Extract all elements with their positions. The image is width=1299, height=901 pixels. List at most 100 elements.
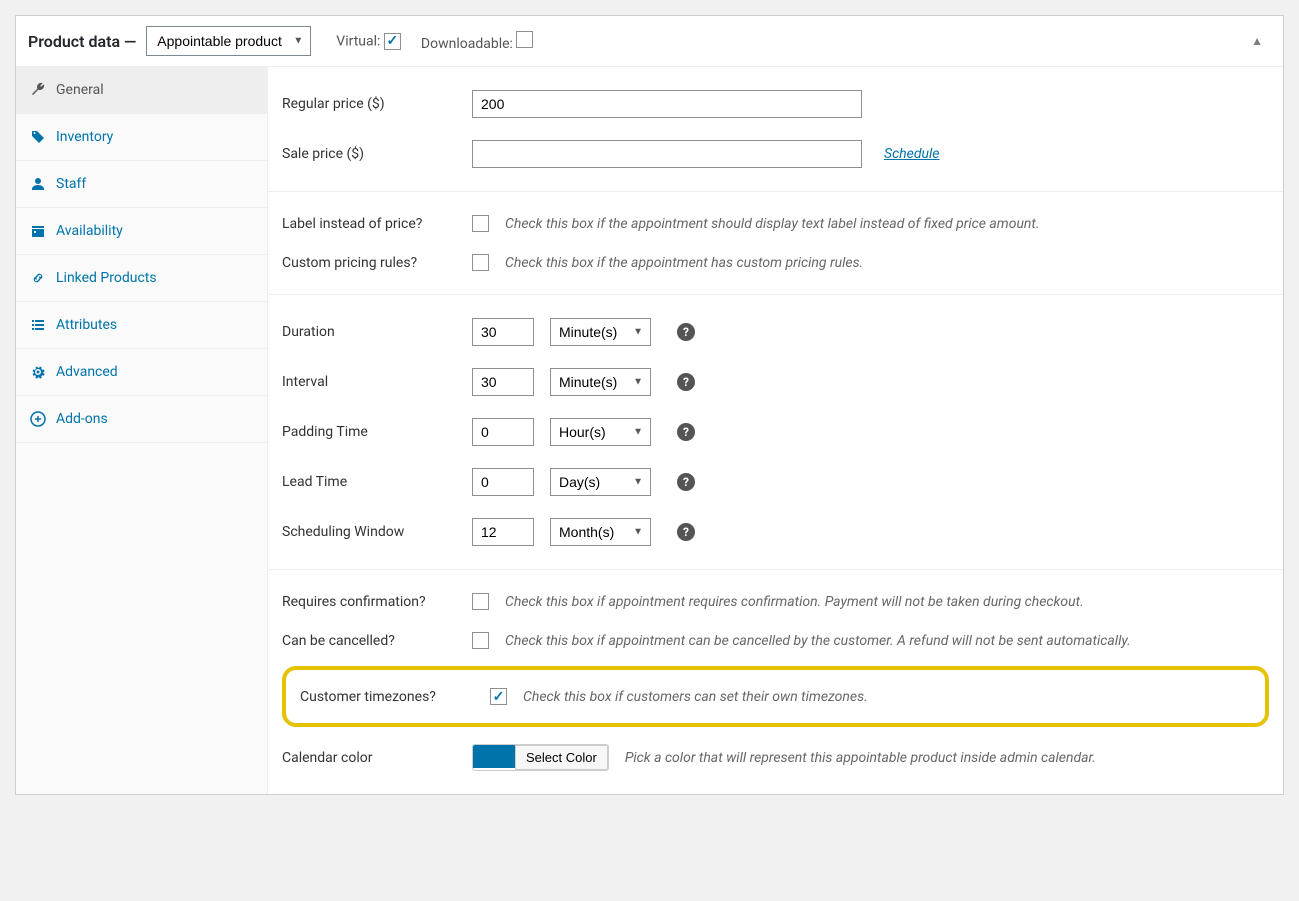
can-be-cancelled-label: Can be cancelled? [282,633,462,649]
sale-price-input[interactable] [472,140,862,168]
padding-input[interactable] [472,418,534,446]
window-input[interactable] [472,518,534,546]
help-icon[interactable]: ? [677,423,695,441]
lead-unit[interactable]: Day(s) [550,468,651,496]
requires-confirmation-hint: Check this box if appointment requires c… [505,594,1084,610]
wrench-icon [30,82,46,98]
regular-price-label: Regular price ($) [282,96,462,112]
regular-price-input[interactable] [472,90,862,118]
sidebar-item-label: General [56,82,104,98]
downloadable-checkbox[interactable] [516,31,533,48]
sidebar-item-label: Availability [56,223,123,239]
help-icon[interactable]: ? [677,323,695,341]
sidebar-item-staff[interactable]: Staff [16,161,267,208]
duration-unit[interactable]: Minute(s) [550,318,651,346]
price-options-section: Label instead of price? Check this box i… [268,192,1283,295]
can-be-cancelled-checkbox[interactable] [472,632,489,649]
label-instead-label: Label instead of price? [282,216,462,232]
gear-icon [30,364,46,380]
lead-input[interactable] [472,468,534,496]
customer-timezones-row: Customer timezones? Check this box if cu… [282,666,1269,727]
can-be-cancelled-hint: Check this box if appointment can be can… [505,633,1131,649]
panel-header: Product data — Appointable product Virtu… [16,16,1283,66]
can-be-cancelled-row: Can be cancelled? Check this box if appo… [282,621,1269,660]
virtual-label: Virtual: [336,33,380,49]
panel-body: General Inventory Staff Availability Lin… [16,66,1283,794]
window-row: Scheduling Window Month(s) ? [282,507,1269,557]
customer-timezones-label: Customer timezones? [300,689,480,705]
content: Regular price ($) Sale price ($) Schedul… [268,67,1283,794]
product-type-select-wrap: Appointable product [146,26,311,56]
panel-header-left: Product data — Appointable product Virtu… [28,26,533,56]
duration-label: Duration [282,324,462,340]
virtual-group: Virtual: [336,33,401,50]
requires-confirmation-row: Requires confirmation? Check this box if… [282,582,1269,621]
person-icon [30,176,46,192]
duration-row: Duration Minute(s) ? [282,307,1269,357]
virtual-checkbox[interactable] [384,33,401,50]
label-instead-checkbox[interactable] [472,215,489,232]
custom-pricing-row: Custom pricing rules? Check this box if … [282,243,1269,282]
help-icon[interactable]: ? [677,473,695,491]
sidebar-item-label: Add-ons [56,411,108,427]
lead-row: Lead Time Day(s) ? [282,457,1269,507]
padding-label: Padding Time [282,424,462,440]
customer-timezones-checkbox[interactable] [490,688,507,705]
link-icon [30,270,46,286]
sidebar-item-linked-products[interactable]: Linked Products [16,255,267,302]
calendar-icon [30,223,46,239]
calendar-color-label: Calendar color [282,750,462,766]
window-unit[interactable]: Month(s) [550,518,651,546]
color-swatch[interactable] [473,745,516,768]
padding-unit[interactable]: Hour(s) [550,418,651,446]
sidebar-item-label: Attributes [56,317,117,333]
panel-collapse-toggle[interactable]: ▲ [1243,30,1271,52]
interval-row: Interval Minute(s) ? [282,357,1269,407]
requires-confirmation-checkbox[interactable] [472,593,489,610]
downloadable-group: Downloadable: [421,31,534,52]
tag-icon [30,129,46,145]
panel-title: Product data — [28,32,136,51]
interval-input[interactable] [472,368,534,396]
help-icon[interactable]: ? [677,373,695,391]
calendar-color-hint: Pick a color that will represent this ap… [625,750,1096,766]
sidebar-item-advanced[interactable]: Advanced [16,349,267,396]
calendar-color-row: Calendar color Select Color Pick a color… [282,733,1269,782]
sidebar-item-availability[interactable]: Availability [16,208,267,255]
product-type-select[interactable]: Appointable product [146,26,311,56]
header-options: Virtual: Downloadable: [336,31,533,52]
help-icon[interactable]: ? [677,523,695,541]
pricing-section: Regular price ($) Sale price ($) Schedul… [268,67,1283,192]
plus-icon [30,411,46,427]
sidebar-item-addons[interactable]: Add-ons [16,396,267,443]
sidebar-item-label: Linked Products [56,270,157,286]
requires-confirmation-label: Requires confirmation? [282,594,462,610]
sidebar-item-label: Inventory [56,129,113,145]
downloadable-label: Downloadable: [421,36,513,52]
product-data-panel: Product data — Appointable product Virtu… [15,15,1284,795]
sale-price-label: Sale price ($) [282,146,462,162]
label-instead-hint: Check this box if the appointment should… [505,216,1039,232]
window-label: Scheduling Window [282,524,462,540]
padding-row: Padding Time Hour(s) ? [282,407,1269,457]
custom-pricing-hint: Check this box if the appointment has cu… [505,255,863,271]
sale-price-row: Sale price ($) Schedule [282,129,1269,179]
duration-input[interactable] [472,318,534,346]
label-instead-row: Label instead of price? Check this box i… [282,204,1269,243]
select-color-button[interactable]: Select Color [515,745,608,770]
custom-pricing-checkbox[interactable] [472,254,489,271]
customer-timezones-hint: Check this box if customers can set thei… [523,689,868,705]
sidebar-item-inventory[interactable]: Inventory [16,114,267,161]
sidebar: General Inventory Staff Availability Lin… [16,67,268,794]
sidebar-item-general[interactable]: General [16,67,267,114]
interval-label: Interval [282,374,462,390]
list-icon [30,317,46,333]
custom-pricing-label: Custom pricing rules? [282,255,462,271]
duration-section: Duration Minute(s) ? Interval Minute(s) … [268,295,1283,570]
sidebar-item-attributes[interactable]: Attributes [16,302,267,349]
lead-label: Lead Time [282,474,462,490]
sidebar-item-label: Staff [56,176,86,192]
schedule-link[interactable]: Schedule [884,146,940,162]
interval-unit[interactable]: Minute(s) [550,368,651,396]
confirmation-section: Requires confirmation? Check this box if… [268,570,1283,794]
